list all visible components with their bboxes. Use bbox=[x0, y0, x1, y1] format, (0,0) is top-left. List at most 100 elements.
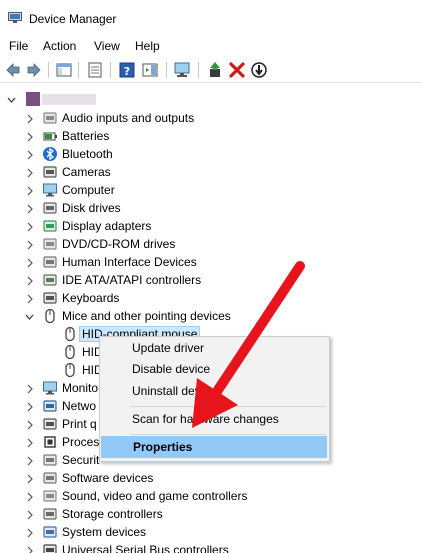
collapsed-chevron-icon[interactable] bbox=[25, 491, 34, 502]
collapsed-chevron-icon[interactable] bbox=[25, 293, 34, 304]
tree-item-label: Storage controllers bbox=[62, 507, 163, 521]
menu-action[interactable]: Action bbox=[43, 39, 76, 53]
tree-item-label: Proces bbox=[62, 435, 100, 449]
tree-category-10[interactable]: Keyboards bbox=[0, 289, 422, 307]
tree-category-after-5[interactable]: Software devices bbox=[0, 469, 422, 487]
collapsed-chevron-icon[interactable] bbox=[25, 275, 34, 286]
action-pane-icon[interactable] bbox=[141, 61, 159, 79]
collapsed-chevron-icon[interactable] bbox=[25, 131, 34, 142]
mouse-icon bbox=[62, 362, 78, 378]
tree-category-2[interactable]: Bluetooth bbox=[0, 145, 422, 163]
toolbar-separator bbox=[166, 62, 167, 78]
menu-item-label: Scan for hardware changes bbox=[132, 412, 279, 426]
tree-category-4[interactable]: Computer bbox=[0, 181, 422, 199]
computer-icon bbox=[42, 182, 58, 198]
disk-drive-icon bbox=[42, 200, 58, 216]
help-icon[interactable]: ? bbox=[118, 61, 136, 79]
tree-item-label: Mice and other pointing devices bbox=[62, 309, 231, 323]
tree-item-label: Sound, video and game controllers bbox=[62, 489, 248, 503]
processor-icon bbox=[42, 434, 58, 450]
menu-help[interactable]: Help bbox=[135, 39, 160, 53]
tree-category-after-6[interactable]: Sound, video and game controllers bbox=[0, 487, 422, 505]
tree-category-11[interactable]: Mice and other pointing devices bbox=[0, 307, 422, 325]
tree-root[interactable] bbox=[0, 91, 200, 109]
window-title: Device Manager bbox=[29, 12, 117, 26]
properties-icon[interactable] bbox=[86, 61, 104, 79]
ide-controller-icon bbox=[42, 272, 58, 288]
toolbar-separator bbox=[48, 62, 49, 78]
menu-file[interactable]: File bbox=[9, 39, 28, 53]
tree-item-label: Netwo bbox=[62, 399, 97, 413]
tree-category-6[interactable]: Display adapters bbox=[0, 217, 422, 235]
tree-item-label: Batteries bbox=[62, 129, 110, 143]
tree-item-label: Cameras bbox=[62, 165, 111, 179]
collapsed-chevron-icon[interactable] bbox=[25, 221, 34, 232]
collapsed-chevron-icon[interactable] bbox=[25, 167, 34, 178]
tree-category-5[interactable]: Disk drives bbox=[0, 199, 422, 217]
computer-monitor-icon[interactable] bbox=[173, 61, 191, 79]
expanded-chevron-icon[interactable] bbox=[25, 311, 34, 321]
menu-item-label: Properties bbox=[133, 440, 193, 454]
collapsed-chevron-icon[interactable] bbox=[25, 113, 34, 124]
collapsed-chevron-icon[interactable] bbox=[25, 149, 34, 160]
usb-icon bbox=[42, 542, 58, 553]
collapsed-chevron-icon[interactable] bbox=[25, 473, 34, 484]
collapsed-chevron-icon[interactable] bbox=[25, 401, 34, 412]
expanded-chevron-icon[interactable] bbox=[7, 95, 16, 105]
device-manager-icon bbox=[8, 12, 22, 23]
hid-icon bbox=[42, 254, 58, 270]
forward-icon[interactable] bbox=[25, 61, 43, 79]
keyboard-icon bbox=[42, 290, 58, 306]
uninstall-icon[interactable] bbox=[228, 61, 246, 79]
audio-icon bbox=[42, 110, 58, 126]
battery-icon bbox=[42, 128, 58, 144]
mouse-icon bbox=[62, 344, 78, 360]
title-bar: Device Manager bbox=[0, 0, 422, 36]
menu-item-label: Disable device bbox=[132, 362, 211, 376]
computer-name-avatar bbox=[26, 92, 40, 106]
menu-disable-device[interactable]: Disable device bbox=[100, 358, 329, 380]
tree-item-label: IDE ATA/ATAPI controllers bbox=[62, 273, 202, 287]
menu-item-label: Uninstall devi bbox=[132, 384, 204, 398]
menu-scan-hardware[interactable]: Scan for hardware changes bbox=[100, 408, 329, 430]
collapsed-chevron-icon[interactable] bbox=[25, 239, 34, 250]
collapsed-chevron-icon[interactable] bbox=[25, 437, 34, 448]
collapsed-chevron-icon[interactable] bbox=[25, 545, 34, 553]
menu-view[interactable]: View bbox=[94, 39, 120, 53]
display-adapter-icon bbox=[42, 218, 58, 234]
tree-category-8[interactable]: Human Interface Devices bbox=[0, 253, 422, 271]
back-icon[interactable] bbox=[4, 61, 22, 79]
collapsed-chevron-icon[interactable] bbox=[25, 383, 34, 394]
menu-uninstall-device[interactable]: Uninstall devi bbox=[100, 380, 329, 402]
printer-icon bbox=[42, 416, 58, 432]
collapsed-chevron-icon[interactable] bbox=[25, 185, 34, 196]
tree-category-1[interactable]: Batteries bbox=[0, 127, 422, 145]
collapsed-chevron-icon[interactable] bbox=[25, 203, 34, 214]
tree-category-9[interactable]: IDE ATA/ATAPI controllers bbox=[0, 271, 422, 289]
show-hide-console-tree-icon[interactable] bbox=[55, 61, 73, 79]
tree-category-0[interactable]: Audio inputs and outputs bbox=[0, 109, 422, 127]
tree-category-7[interactable]: DVD/CD-ROM drives bbox=[0, 235, 422, 253]
menu-properties[interactable]: Properties bbox=[101, 436, 327, 458]
toolbar-separator bbox=[110, 62, 111, 78]
sound-icon bbox=[42, 488, 58, 504]
menu-separator bbox=[130, 406, 326, 407]
disable-icon[interactable] bbox=[250, 61, 268, 79]
tree-category-after-9[interactable]: Universal Serial Bus controllers bbox=[0, 541, 422, 553]
tree-category-after-7[interactable]: Storage controllers bbox=[0, 505, 422, 523]
tree-category-3[interactable]: Cameras bbox=[0, 163, 422, 181]
menu-update-driver[interactable]: Update driver bbox=[100, 337, 329, 359]
tree-category-after-8[interactable]: System devices bbox=[0, 523, 422, 541]
collapsed-chevron-icon[interactable] bbox=[25, 419, 34, 430]
collapsed-chevron-icon[interactable] bbox=[25, 257, 34, 268]
collapsed-chevron-icon[interactable] bbox=[25, 527, 34, 538]
collapsed-chevron-icon[interactable] bbox=[25, 509, 34, 520]
update-driver-icon[interactable] bbox=[206, 61, 224, 79]
tree-item-label: Securit bbox=[62, 453, 100, 467]
svg-text:?: ? bbox=[124, 65, 130, 78]
tree-item-label: Disk drives bbox=[62, 201, 121, 215]
collapsed-chevron-icon[interactable] bbox=[25, 455, 34, 466]
tree-item-label: Display adapters bbox=[62, 219, 152, 233]
tree-item-label: Keyboards bbox=[62, 291, 120, 305]
tree-item-label: System devices bbox=[62, 525, 147, 539]
